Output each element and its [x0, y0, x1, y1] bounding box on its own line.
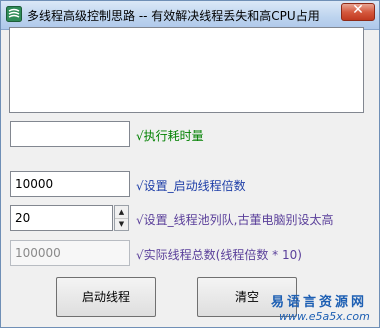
log-textarea[interactable]: [9, 27, 364, 113]
thread-pool-input[interactable]: 20: [10, 205, 113, 231]
app-window: 多线程高级控制思路 -- 有效解决线程丢失和高CPU占用 ✕ √执行耗时量 10…: [0, 0, 380, 328]
title-bar[interactable]: 多线程高级控制思路 -- 有效解决线程丢失和高CPU占用 ✕: [1, 1, 379, 30]
thread-multiplier-label: √设置_启动线程倍数: [136, 179, 246, 193]
start-threads-button[interactable]: 启动线程: [56, 277, 156, 317]
window-title: 多线程高级控制思路 -- 有效解决线程丢失和高CPU占用: [27, 9, 320, 23]
thread-multiplier-input[interactable]: 10000: [10, 171, 130, 197]
watermark-url: www.e5a5x.com: [279, 310, 370, 323]
thread-pool-label: √设置_线程池列队,古董电脑别设太高: [136, 213, 334, 227]
watermark: 易语言资源网 www.e5a5x.com: [271, 291, 379, 327]
elapsed-time-field[interactable]: [10, 121, 130, 147]
total-threads-field: 100000: [10, 240, 130, 266]
thread-pool-spinner[interactable]: ▲ ▼: [114, 205, 129, 231]
watermark-site-name: 易语言资源网: [271, 295, 368, 310]
app-icon: [6, 6, 22, 22]
spin-down-arrow-icon[interactable]: ▼: [115, 218, 128, 230]
close-icon: ✕: [352, 2, 364, 18]
close-button[interactable]: ✕: [341, 2, 375, 21]
elapsed-time-label: √执行耗时量: [136, 129, 204, 143]
total-threads-label: √实际线程总数(线程倍数 * 10): [136, 248, 302, 262]
